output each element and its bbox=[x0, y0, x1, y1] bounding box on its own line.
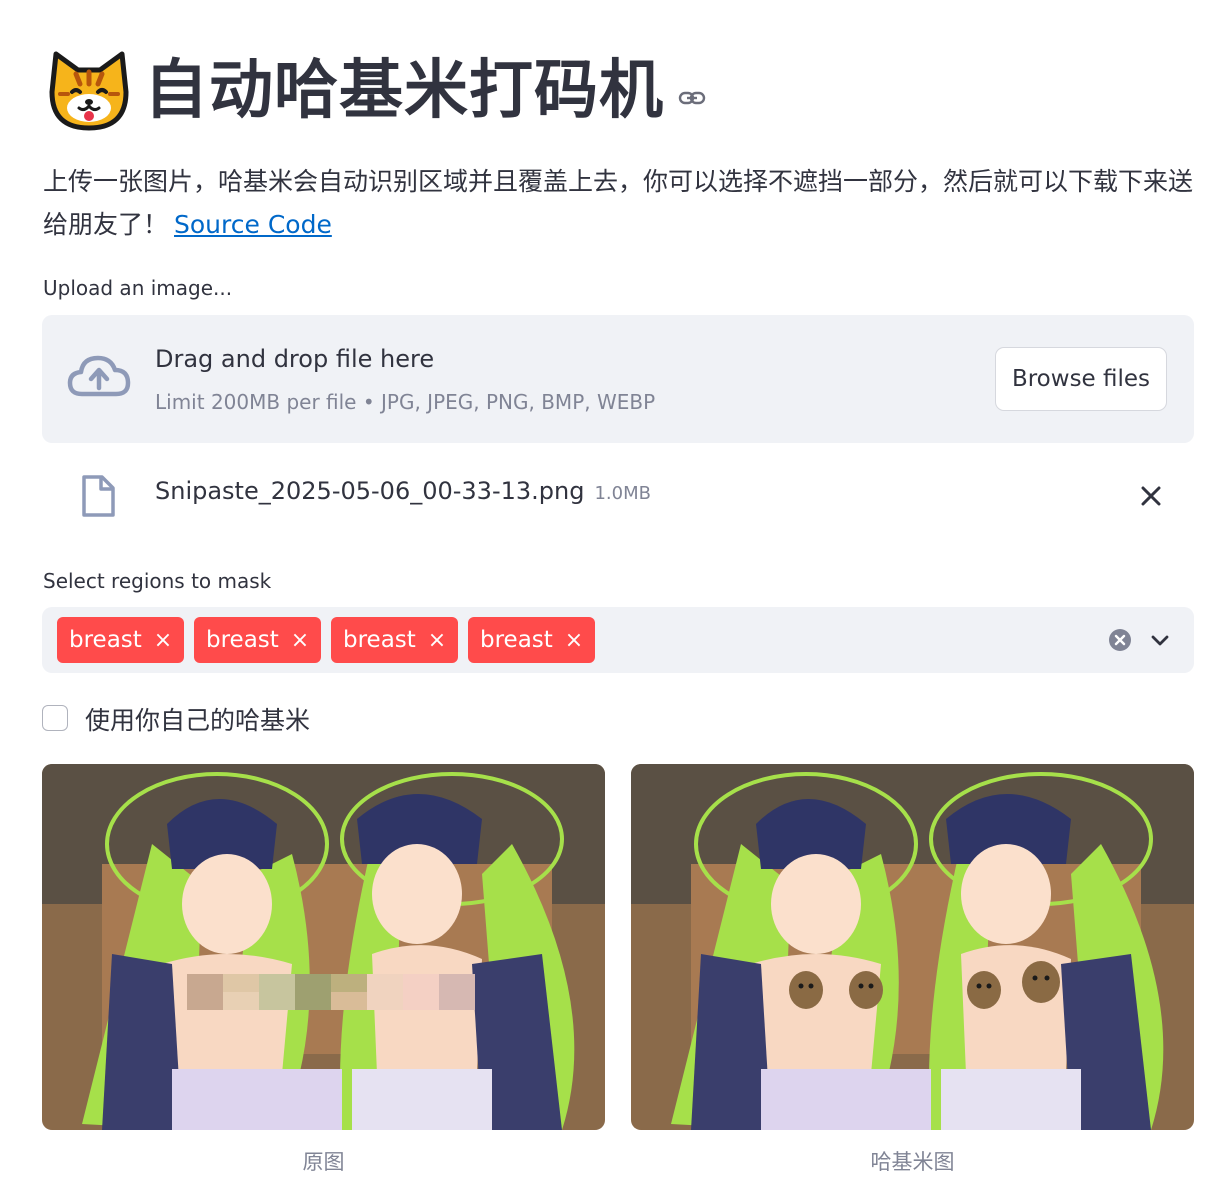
cloud-upload-icon bbox=[67, 355, 131, 397]
tag-remove-icon[interactable]: × bbox=[291, 628, 309, 653]
mask-tag[interactable]: breast × bbox=[57, 617, 185, 663]
upload-label: Upload an image... bbox=[43, 276, 233, 300]
original-image-caption: 原图 bbox=[302, 1150, 345, 1174]
mask-tag-label: breast bbox=[343, 627, 416, 653]
hajimi-image-caption: 哈基米图 bbox=[870, 1150, 955, 1174]
hajimi-image bbox=[631, 764, 1194, 1130]
page-description: 上传一张图片，哈基米会自动识别区域并且覆盖上去，你可以选择不遮挡一部分，然后就可… bbox=[43, 160, 1198, 246]
file-icon bbox=[82, 475, 115, 517]
dropzone-title: Drag and drop file here bbox=[155, 345, 435, 373]
mask-tag[interactable]: breast × bbox=[194, 617, 322, 663]
dropzone-subtitle: Limit 200MB per file • JPG, JPEG, PNG, B… bbox=[155, 390, 656, 414]
tag-remove-icon[interactable]: × bbox=[428, 628, 446, 653]
custom-hajimi-label[interactable]: 使用你自己的哈基米 bbox=[85, 701, 310, 737]
remove-file-icon[interactable] bbox=[1136, 481, 1166, 511]
mask-tag-label: breast bbox=[69, 627, 142, 653]
tag-remove-icon[interactable]: × bbox=[565, 628, 583, 653]
uploaded-file-size: 1.0MB bbox=[594, 483, 651, 504]
page-title: 自动哈基米打码机 bbox=[144, 54, 664, 128]
tag-remove-icon[interactable]: × bbox=[154, 628, 172, 653]
mask-tag-label: breast bbox=[480, 627, 553, 653]
page-title-row: 自动哈基米打码机 bbox=[46, 46, 706, 136]
source-code-link[interactable]: Source Code bbox=[174, 210, 332, 239]
original-image bbox=[42, 764, 605, 1130]
mask-tag[interactable]: breast × bbox=[331, 617, 459, 663]
browse-files-button[interactable]: Browse files bbox=[995, 347, 1167, 411]
custom-hajimi-checkbox[interactable] bbox=[42, 705, 68, 731]
uploaded-file-row: Snipaste_2025-05-06_00-33-13.png 1.0MB bbox=[155, 477, 651, 505]
clear-all-icon[interactable] bbox=[1108, 628, 1132, 652]
mask-select-label: Select regions to mask bbox=[43, 569, 272, 593]
uploaded-file-name: Snipaste_2025-05-06_00-33-13.png bbox=[155, 477, 585, 505]
chevron-down-icon[interactable] bbox=[1148, 628, 1172, 652]
mask-tag[interactable]: breast × bbox=[468, 617, 596, 663]
link-icon[interactable] bbox=[678, 84, 706, 112]
cat-face-icon bbox=[49, 51, 129, 131]
mask-tag-label: breast bbox=[206, 627, 279, 653]
